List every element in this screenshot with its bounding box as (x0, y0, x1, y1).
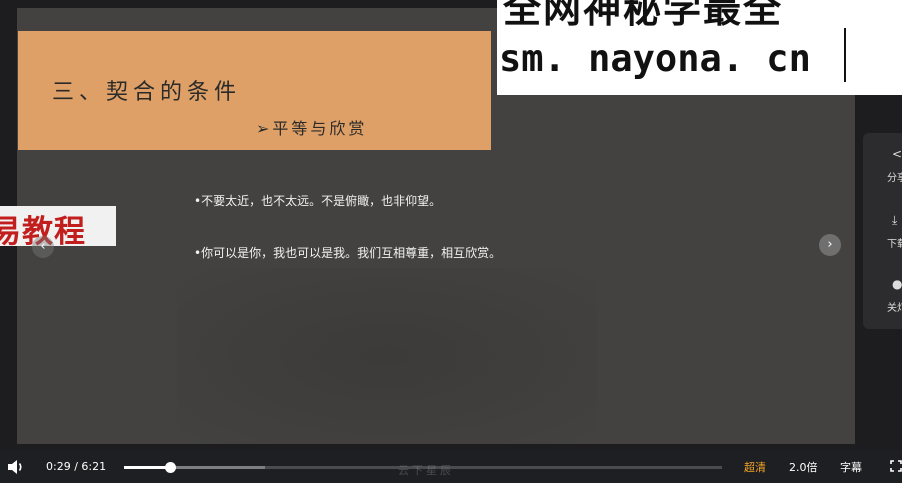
slide-bullet-2: •你可以是你，我也可以是我。我们互相尊重，相互欣赏。 (194, 246, 502, 260)
slide-title-box: 三、契合的条件 ➢平等与欣赏 (18, 31, 491, 150)
slide-background-figure (177, 268, 597, 444)
share-label: 分享 (887, 173, 902, 184)
share-icon: < (892, 147, 902, 161)
slide-subtitle: ➢平等与欣赏 (256, 119, 368, 138)
subtitles-button[interactable]: 字幕 (840, 459, 862, 475)
side-action-panel: < 分享 ⤓ 下载 ● 关灯 (863, 133, 902, 329)
prev-slide-button[interactable]: ‹ (32, 236, 54, 258)
progress-handle[interactable] (164, 462, 176, 473)
text-cursor (844, 28, 846, 82)
video-stage[interactable]: 三、契合的条件 ➢平等与欣赏 •不要太近，也不太远。不是俯瞰，也非仰望。 •你可… (0, 0, 902, 450)
quality-button[interactable]: 超清 (744, 459, 766, 475)
fullscreen-icon[interactable] (890, 460, 902, 472)
next-slide-button[interactable]: › (819, 234, 841, 256)
speed-button[interactable]: 2.0倍 (789, 459, 818, 475)
volume-icon[interactable] (7, 459, 25, 475)
download-label: 下载 (887, 239, 902, 250)
time-display: 0:29 / 6:21 (46, 460, 106, 473)
watermark-banner: 全网神秘学最全 sm. nayona. cn (497, 0, 902, 95)
slide-title: 三、契合的条件 (52, 80, 242, 105)
chevron-left-icon: ‹ (40, 239, 46, 254)
light-toggle-icon: ● (892, 277, 902, 291)
current-time: 0:29 (46, 460, 71, 473)
watermark-line-2: sm. nayona. cn (499, 37, 811, 80)
slide-bullet-1: •不要太近，也不太远。不是俯瞰，也非仰望。 (194, 194, 442, 208)
tutorial-tag-overlay: 易教程 (0, 206, 116, 246)
played-bar (124, 466, 170, 469)
chevron-right-icon: › (827, 237, 833, 252)
light-toggle-label: 关灯 (887, 303, 902, 314)
duration: 6:21 (81, 460, 107, 473)
corner-watermark: 云下星辰 (398, 464, 454, 477)
download-icon: ⤓ (892, 213, 898, 227)
watermark-line-1: 全网神秘学最全 (503, 0, 784, 31)
time-separator: / (74, 460, 78, 473)
